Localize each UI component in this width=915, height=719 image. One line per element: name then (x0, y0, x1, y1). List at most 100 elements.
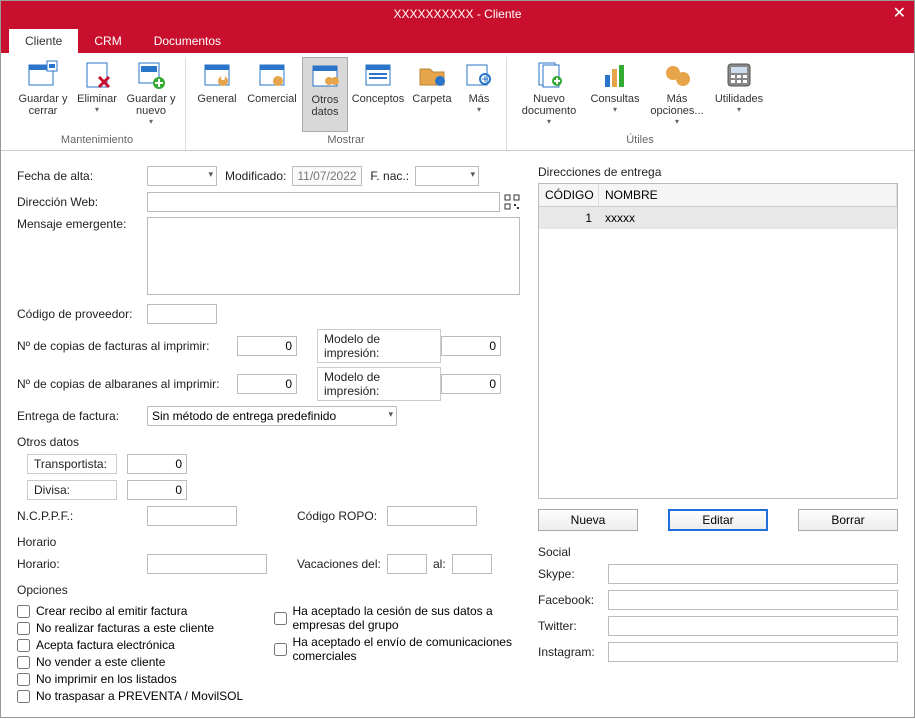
modelo-impresion2-input[interactable] (441, 374, 501, 394)
horario-input[interactable] (147, 554, 267, 574)
tabstrip: Cliente CRM Documentos (1, 27, 914, 53)
mensaje-emergente-label: Mensaje emergente: (17, 217, 147, 231)
facebook-input[interactable] (608, 590, 898, 610)
fecha-alta-input[interactable] (147, 166, 217, 186)
direccion-web-input[interactable] (147, 192, 500, 212)
direcciones-title: Direcciones de entrega (538, 165, 898, 179)
titlebar: XXXXXXXXXX - Cliente ✕ (1, 1, 914, 27)
num-copias-alb-label: Nº de copias de albaranes al imprimir: (17, 377, 237, 391)
table-row[interactable]: 1 xxxxx (539, 207, 897, 229)
opt-no-facturas[interactable]: No realizar facturas a este cliente (17, 621, 264, 635)
window-title: XXXXXXXXXX - Cliente (393, 7, 521, 21)
twitter-input[interactable] (608, 616, 898, 636)
comercial-icon (256, 59, 288, 91)
modelo-impresion1-input[interactable] (441, 336, 501, 356)
otros-datos-button[interactable]: Otros datos (302, 57, 348, 132)
fecha-alta-label: Fecha de alta: (17, 169, 147, 183)
mas-icon (463, 59, 495, 91)
editar-button[interactable]: Editar (668, 509, 768, 531)
codigo-ropo-label: Código ROPO: (297, 509, 387, 523)
consultas-button[interactable]: Consultas ▾ (587, 57, 643, 132)
close-icon[interactable]: ✕ (893, 3, 906, 23)
comercial-button[interactable]: Comercial (244, 57, 300, 132)
opt-no-vender[interactable]: No vender a este cliente (17, 655, 264, 669)
left-column: Fecha de alta: Modificado: F. nac.: Dire… (17, 165, 520, 705)
mas-button[interactable]: Más ▾ (458, 57, 500, 132)
mas-opciones-icon (661, 59, 693, 91)
save-new-icon (135, 59, 167, 91)
direccion-web-label: Dirección Web: (17, 195, 147, 209)
vacaciones-del-label: Vacaciones del: (297, 557, 387, 571)
modificado-input (292, 166, 362, 186)
vacaciones-al-label: al: (433, 557, 446, 571)
instagram-input[interactable] (608, 642, 898, 662)
ribbon-group-mostrar: General Comercial Otros datos Conceptos … (186, 57, 507, 150)
horario-label: Horario: (17, 557, 147, 571)
ribbon-group-utiles: Nuevo documento ▾ Consultas ▾ Más opcion… (507, 57, 773, 150)
ncppf-input[interactable] (147, 506, 237, 526)
num-copias-alb-input[interactable] (237, 374, 297, 394)
tab-cliente[interactable]: Cliente (9, 29, 78, 53)
ribbon: Guardar y cerrar Eliminar ▾ Guardar y nu… (1, 53, 914, 151)
modificado-label: Modificado: (225, 169, 286, 183)
mensaje-emergente-textarea[interactable] (147, 217, 520, 295)
divisa-label[interactable]: Divisa: (27, 480, 117, 500)
num-copias-fact-label: Nº de copias de facturas al imprimir: (17, 339, 237, 353)
codigo-ropo-input[interactable] (387, 506, 477, 526)
opt-no-traspasar[interactable]: No traspasar a PREVENTA / MovilSOL (17, 689, 264, 703)
save-close-button[interactable]: Guardar y cerrar (15, 57, 71, 132)
opt-cesion-datos[interactable]: Ha aceptado la cesión de sus datos a emp… (274, 604, 521, 632)
instagram-label: Instagram: (538, 645, 608, 659)
consultas-icon (599, 59, 631, 91)
save-new-button[interactable]: Guardar y nuevo ▾ (123, 57, 179, 132)
opt-crear-recibo[interactable]: Crear recibo al emitir factura (17, 604, 264, 618)
transportista-label[interactable]: Transportista: (27, 454, 117, 474)
skype-label: Skype: (538, 567, 608, 581)
mas-opciones-button[interactable]: Más opciones... ▾ (645, 57, 709, 132)
vacaciones-al-input[interactable] (452, 554, 492, 574)
tab-documentos[interactable]: Documentos (138, 29, 237, 53)
otros-datos-icon (309, 60, 341, 92)
opt-acepta-electronica[interactable]: Acepta factura electrónica (17, 638, 264, 652)
borrar-button[interactable]: Borrar (798, 509, 898, 531)
save-close-icon (27, 59, 59, 91)
col-codigo-header[interactable]: CÓDIGO (539, 184, 599, 206)
social-title: Social (538, 545, 898, 559)
facebook-label: Facebook: (538, 593, 608, 607)
opciones-title: Opciones (17, 583, 520, 597)
general-button[interactable]: General (192, 57, 242, 132)
modelo-impresion2-label[interactable]: Modelo de impresión: (317, 367, 441, 401)
horario-title: Horario (17, 535, 520, 549)
nueva-button[interactable]: Nueva (538, 509, 638, 531)
codigo-proveedor-input[interactable] (147, 304, 217, 324)
carpeta-icon (416, 59, 448, 91)
transportista-input[interactable] (127, 454, 187, 474)
delete-button[interactable]: Eliminar ▾ (73, 57, 121, 132)
twitter-label: Twitter: (538, 619, 608, 633)
col-nombre-header[interactable]: NOMBRE (599, 184, 897, 206)
conceptos-button[interactable]: Conceptos (350, 57, 406, 132)
divisa-input[interactable] (127, 480, 187, 500)
modelo-impresion1-label[interactable]: Modelo de impresión: (317, 329, 441, 363)
grid-body[interactable]: 1 xxxxx (539, 207, 897, 498)
skype-input[interactable] (608, 564, 898, 584)
general-icon (201, 59, 233, 91)
opt-no-imprimir[interactable]: No imprimir en los listados (17, 672, 264, 686)
right-column: Direcciones de entrega CÓDIGO NOMBRE 1 x… (538, 165, 898, 705)
nuevo-documento-icon (533, 59, 565, 91)
opt-envio-comunicaciones[interactable]: Ha aceptado el envío de comunicaciones c… (274, 635, 521, 663)
f-nac-input[interactable] (415, 166, 479, 186)
tab-crm[interactable]: CRM (78, 29, 137, 53)
form-area: Fecha de alta: Modificado: F. nac.: Dire… (1, 151, 914, 719)
utilidades-icon (723, 59, 755, 91)
entrega-factura-label: Entrega de factura: (17, 409, 147, 423)
nuevo-documento-button[interactable]: Nuevo documento ▾ (513, 57, 585, 132)
utilidades-button[interactable]: Utilidades ▾ (711, 57, 767, 132)
carpeta-button[interactable]: Carpeta (408, 57, 456, 132)
qr-icon[interactable] (504, 194, 520, 210)
entrega-factura-select[interactable] (147, 406, 397, 426)
num-copias-fact-input[interactable] (237, 336, 297, 356)
f-nac-label: F. nac.: (370, 169, 409, 183)
delete-icon (81, 59, 113, 91)
vacaciones-del-input[interactable] (387, 554, 427, 574)
